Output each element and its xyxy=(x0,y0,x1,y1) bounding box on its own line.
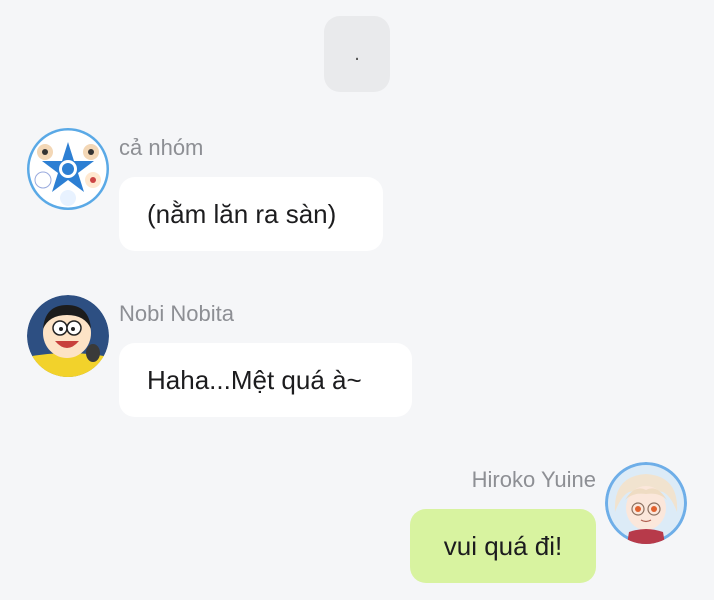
message-text: vui quá đi! xyxy=(443,530,563,561)
sender-name: cả nhóm xyxy=(119,135,204,160)
nobita-avatar-icon[interactable] xyxy=(27,295,109,377)
group-avatar-icon[interactable] xyxy=(27,128,109,210)
message-text: (nằm lăn ra sàn) xyxy=(147,198,337,229)
message-bubble[interactable]: (nằm lăn ra sàn) xyxy=(119,177,383,251)
message-text: . xyxy=(354,42,360,65)
sender-name: Hiroko Yuine xyxy=(471,467,596,492)
hiroko-avatar-icon[interactable] xyxy=(605,462,687,544)
message-bubble-own[interactable]: vui quá đi! xyxy=(410,509,596,583)
message-bubble-partial[interactable]: . xyxy=(324,16,390,92)
chat-window: . cả nhóm (nằm lăn ra sàn) Nobi Nobita H… xyxy=(0,0,714,600)
message-text: Haha...Mệt quá à~ xyxy=(147,364,362,395)
message-bubble[interactable]: Haha...Mệt quá à~ xyxy=(119,343,412,417)
sender-name: Nobi Nobita xyxy=(119,301,234,326)
